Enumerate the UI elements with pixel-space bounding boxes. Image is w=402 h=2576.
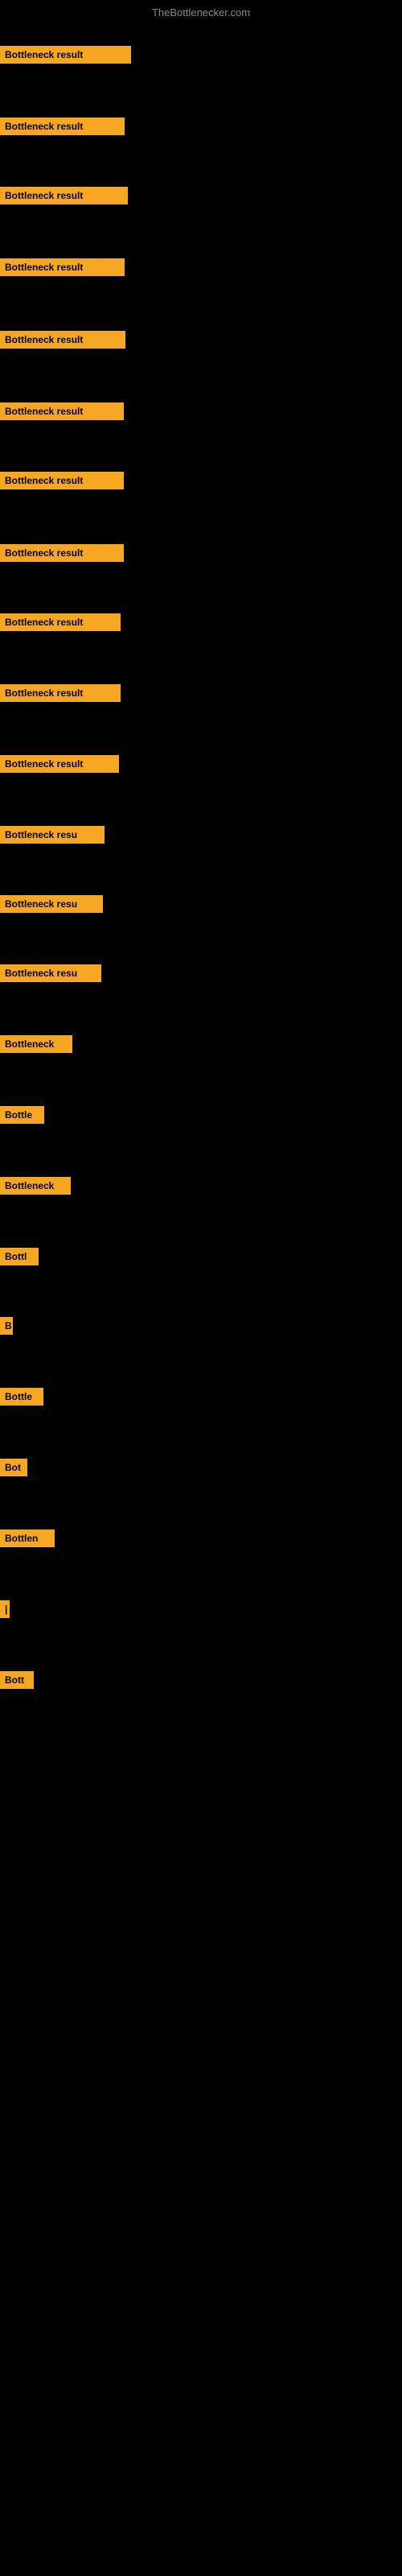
bottleneck-result-label-9: Bottleneck result — [0, 613, 121, 631]
bottleneck-result-label-19: B — [0, 1317, 13, 1335]
bottleneck-result-label-12: Bottleneck resu — [0, 826, 105, 844]
bottleneck-result-label-18: Bottl — [0, 1248, 39, 1265]
bottleneck-result-label-2: Bottleneck result — [0, 118, 125, 135]
bottleneck-result-label-15: Bottleneck — [0, 1035, 72, 1053]
bottleneck-result-label-5: Bottleneck result — [0, 331, 125, 349]
bottleneck-result-label-22: Bottlen — [0, 1530, 55, 1547]
bottleneck-result-label-6: Bottleneck result — [0, 402, 124, 420]
bottleneck-result-label-21: Bot — [0, 1459, 27, 1476]
bottleneck-result-label-13: Bottleneck resu — [0, 895, 103, 913]
bottleneck-result-label-20: Bottle — [0, 1388, 43, 1406]
bottleneck-result-label-11: Bottleneck result — [0, 755, 119, 773]
bottleneck-result-label-10: Bottleneck result — [0, 684, 121, 702]
bottleneck-result-label-4: Bottleneck result — [0, 258, 125, 276]
bottleneck-result-label-8: Bottleneck result — [0, 544, 124, 562]
bottleneck-result-label-16: Bottle — [0, 1106, 44, 1124]
bottleneck-result-label-23: | — [0, 1600, 10, 1618]
bottleneck-result-label-3: Bottleneck result — [0, 187, 128, 204]
bottleneck-result-label-1: Bottleneck result — [0, 46, 131, 64]
bottleneck-result-label-24: Bott — [0, 1671, 34, 1689]
bottleneck-result-label-17: Bottleneck — [0, 1177, 71, 1195]
site-title: TheBottlenecker.com — [152, 6, 250, 19]
bottleneck-result-label-7: Bottleneck result — [0, 472, 124, 489]
bottleneck-result-label-14: Bottleneck resu — [0, 964, 101, 982]
